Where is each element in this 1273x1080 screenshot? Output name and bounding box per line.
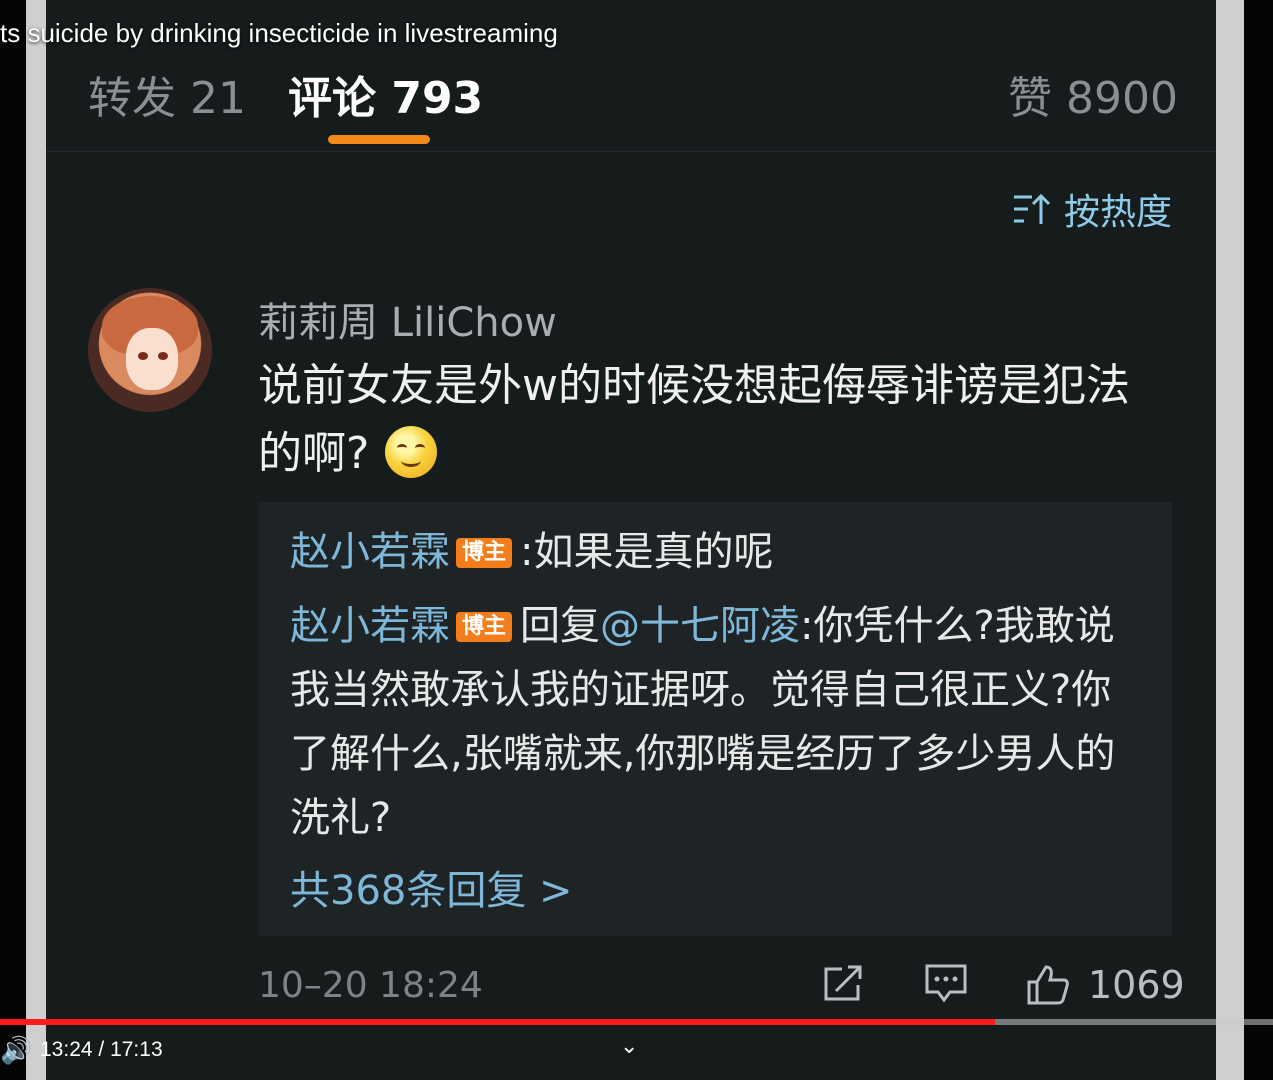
video-frame-left xyxy=(0,0,26,1080)
reply-author[interactable]: 赵小若霖 xyxy=(290,603,450,649)
reply-item-2[interactable]: 赵小若霖 博主 回复@十七阿凌:你凭什么?我敢说我当然敢承认我的证据呀。觉得自己很正… xyxy=(290,594,1120,850)
smile-emoji-icon xyxy=(385,426,438,478)
reply-item-1[interactable]: 赵小若霖 博主:如果是真的呢 xyxy=(290,520,1120,584)
video-title: ts suicide by drinking insecticide in li… xyxy=(0,18,558,48)
share-icon xyxy=(824,965,862,1001)
tabs-divider xyxy=(46,151,1216,152)
tab-likes[interactable]: 赞 8900 xyxy=(1008,62,1178,126)
tab-repost[interactable]: 转发 21 xyxy=(88,62,246,126)
video-progress-fill xyxy=(0,1019,995,1025)
sort-button[interactable]: 按热度 xyxy=(1012,183,1172,235)
video-frame-right-edge xyxy=(1216,0,1244,1080)
sort-icon xyxy=(1014,193,1050,224)
tab-likes-label: 赞 xyxy=(1008,73,1052,124)
volume-icon[interactable]: 🔊 xyxy=(0,1036,32,1066)
comment-body: 说前女友是外w的时候没想起侮辱诽谤是犯法的啊? xyxy=(258,352,1158,488)
reply-text: :如果是真的呢 xyxy=(520,529,774,575)
video-frame-left-edge xyxy=(26,0,46,1080)
like-count: 1069 xyxy=(1088,963,1185,1007)
author-badge: 博主 xyxy=(456,538,513,568)
author-badge: 博主 xyxy=(456,612,513,642)
video-frame-right xyxy=(1244,0,1273,1080)
reply-author[interactable]: 赵小若霖 xyxy=(290,529,450,575)
time-display: 13:24 / 17:13 xyxy=(40,1038,163,1061)
time-total: 17:13 xyxy=(110,1038,163,1061)
tab-repost-label: 转发 xyxy=(88,73,176,124)
more-replies-link[interactable]: 共368条回复 > xyxy=(290,858,573,916)
tab-repost-count: 21 xyxy=(190,73,246,124)
thumbs-up-icon xyxy=(1027,965,1069,1005)
reply-button[interactable] xyxy=(924,963,968,1003)
comment-username[interactable]: 莉莉周 LiliChow xyxy=(258,290,557,348)
share-button[interactable] xyxy=(822,963,866,1003)
tab-comments[interactable]: 评论 793 xyxy=(288,62,483,126)
like-button[interactable]: 1069 xyxy=(1026,963,1185,1007)
chevron-down-icon[interactable]: ⌄ xyxy=(620,1034,638,1059)
tab-likes-count: 8900 xyxy=(1066,73,1178,124)
tab-comments-label: 评论 xyxy=(288,73,376,124)
tab-comments-count: 793 xyxy=(391,73,484,124)
time-current: 13:24 xyxy=(40,1038,93,1061)
reply-mention[interactable]: @十七阿凌 xyxy=(600,603,800,649)
avatar[interactable] xyxy=(88,288,212,412)
reply-prefix: 回复 xyxy=(520,603,601,649)
comment-timestamp: 10–20 18:24 xyxy=(258,965,483,1006)
sort-label: 按热度 xyxy=(1064,192,1173,233)
active-tab-indicator xyxy=(328,135,430,144)
comment-icon xyxy=(925,964,967,1003)
